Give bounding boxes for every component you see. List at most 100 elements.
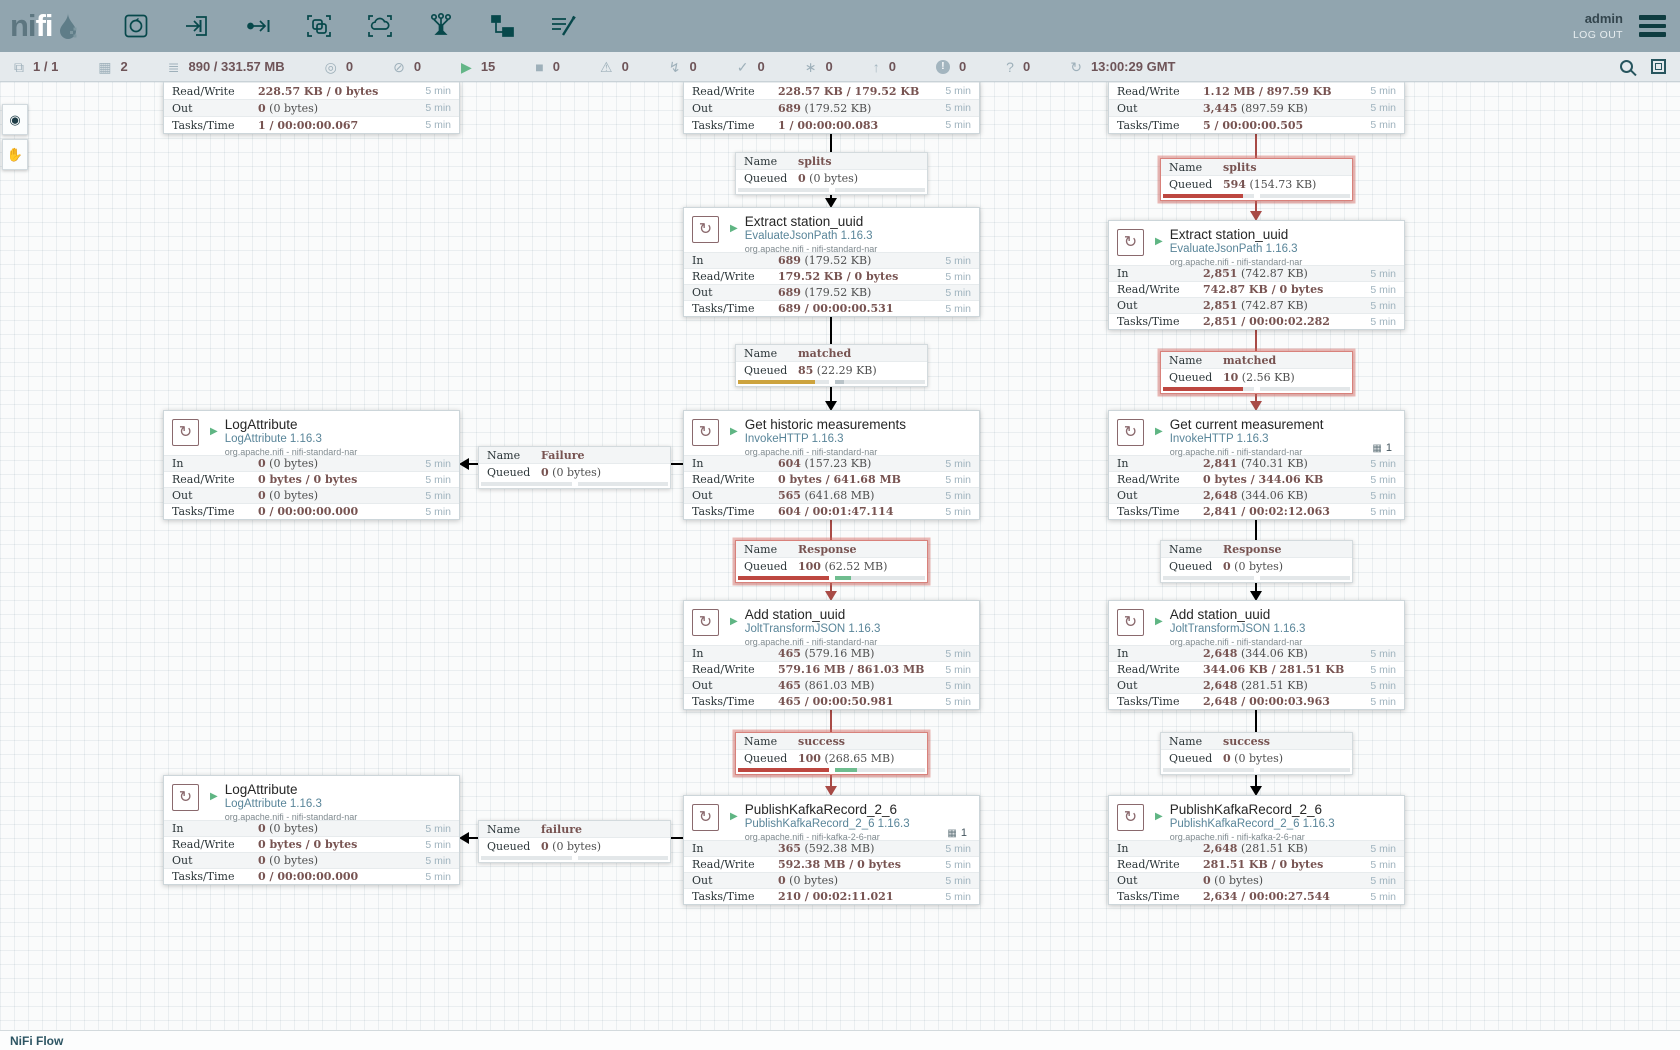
queued-label: Queued	[1169, 371, 1223, 384]
processor-node[interactable]: ↻ ▶ Add station_uuid JoltTransformJSON 1…	[683, 600, 980, 710]
status-value: 890 / 331.57 MB	[189, 59, 285, 74]
logout-link[interactable]: LOG OUT	[1573, 29, 1623, 41]
status-value: 2	[121, 59, 128, 74]
settings-icon[interactable]	[1651, 59, 1666, 74]
processor-node[interactable]: ↻ ▶ Extract station_uuid EvaluateJsonPat…	[1108, 220, 1405, 330]
processor-node[interactable]: ↻ ▶ Get historic measurements InvokeHTTP…	[683, 410, 980, 520]
size-threshold-bar	[578, 856, 669, 860]
stat-label: Tasks/Time	[172, 870, 258, 883]
stat-label: Tasks/Time	[692, 695, 778, 708]
stat-row: Out 689 (179.52 KB) 5 min	[684, 284, 979, 300]
output-port-icon[interactable]	[241, 9, 275, 43]
object-threshold-bar	[481, 856, 572, 860]
stat-row: Tasks/Time 2,648 / 00:00:03.963 5 min	[1109, 693, 1404, 709]
stat-row: In 2,851 (742.87 KB) 5 min	[1109, 265, 1404, 281]
flow-canvas[interactable]: ◉ ✋ Name splits	[0, 82, 1680, 1030]
breadcrumb-root[interactable]: NiFi Flow	[10, 1034, 63, 1048]
name-label: Name	[744, 543, 798, 556]
remote-process-group-icon[interactable]	[363, 9, 397, 43]
stat-row: Out 465 (861.03 MB) 5 min	[684, 677, 979, 693]
processor-icon[interactable]	[119, 9, 153, 43]
connection-label[interactable]: Name splits Queued 0 (0 bytes)	[735, 152, 928, 195]
stat-value: 689 (179.52 KB)	[778, 286, 871, 299]
connection-label[interactable]: Name matched Queued 10 (2.56 KB)	[1160, 351, 1353, 394]
object-threshold-bar	[1163, 194, 1254, 198]
processor-stamp-icon: ↻	[172, 419, 199, 446]
connection-label[interactable]: Name success Queued 100 (268.65 MB)	[735, 732, 928, 775]
object-threshold-bar	[738, 380, 829, 384]
stat-row: Tasks/Time 2,851 / 00:00:02.282 5 min	[1109, 313, 1404, 329]
connection-label[interactable]: Name Response Queued 100 (62.52 MB)	[735, 540, 928, 583]
label-icon[interactable]	[546, 9, 580, 43]
processor-node-partial[interactable]: Read/Write 1.12 MB / 897.59 KB 5 min Out…	[1108, 82, 1405, 134]
stat-window: 5 min	[425, 119, 451, 131]
status-item: ↑ 0	[873, 59, 896, 74]
processor-node-partial[interactable]: Read/Write 228.57 KB / 0 bytes 5 min Out…	[163, 82, 460, 134]
stat-row: Tasks/Time 5 / 00:00:00.505 5 min	[1109, 116, 1404, 133]
processor-node[interactable]: ↻ ▶ Get current measurement InvokeHTTP 1…	[1108, 410, 1405, 520]
funnel-icon[interactable]	[424, 9, 458, 43]
processor-type: LogAttribute 1.16.3	[225, 798, 358, 810]
queued-value: 100 (268.65 MB)	[798, 752, 894, 765]
palette-button[interactable]: ✋	[2, 139, 28, 170]
connection-label[interactable]: Name Response Queued 0 (0 bytes)	[1160, 540, 1353, 583]
refresh-icon[interactable]: ↻	[1070, 60, 1082, 74]
stat-value: 689 (179.52 KB)	[778, 102, 871, 115]
processor-node[interactable]: ↻ ▶ Extract station_uuid EvaluateJsonPat…	[683, 207, 980, 317]
connection-queued-row: Queued 100 (62.52 MB)	[736, 558, 927, 575]
processor-type: EvaluateJsonPath 1.16.3	[745, 230, 878, 242]
processor-stamp-icon: ↻	[692, 419, 719, 446]
processor-node[interactable]: ↻ ▶ LogAttribute LogAttribute 1.16.3 org…	[163, 775, 460, 885]
status-item: ! 0	[936, 59, 966, 74]
stat-row: Read/Write 742.87 KB / 0 bytes 5 min	[1109, 281, 1404, 297]
process-group-icon[interactable]	[302, 9, 336, 43]
processor-bundle: org.apache.nifi - nifi-standard-nar	[1170, 257, 1303, 267]
connection-label[interactable]: Name failure Queued 0 (0 bytes)	[478, 820, 671, 863]
connection-label[interactable]: Name Failure Queued 0 (0 bytes)	[478, 446, 671, 489]
processor-node[interactable]: ↻ ▶ Add station_uuid JoltTransformJSON 1…	[1108, 600, 1405, 710]
status-value: 0	[553, 59, 560, 74]
status-item: ▶ 15	[461, 59, 495, 74]
stat-value: 0 bytes / 0 bytes	[258, 838, 357, 851]
stat-label: In	[172, 822, 258, 835]
processor-node[interactable]: ↻ ▶ PublishKafkaRecord_2_6 PublishKafkaR…	[683, 795, 980, 905]
active-threads-icon: ▦	[98, 60, 111, 74]
processor-node[interactable]: ↻ ▶ PublishKafkaRecord_2_6 PublishKafkaR…	[1108, 795, 1405, 905]
processor-node[interactable]: ↻ ▶ LogAttribute LogAttribute 1.16.3 org…	[163, 410, 460, 520]
processor-node-partial[interactable]: Read/Write 228.57 KB / 179.52 KB 5 min O…	[683, 82, 980, 134]
backpressure-bars	[479, 855, 670, 862]
connection-label[interactable]: Name matched Queued 85 (22.29 KB)	[735, 344, 928, 387]
stat-label: Out	[1117, 102, 1203, 115]
connection-label[interactable]: Name success Queued 0 (0 bytes)	[1160, 732, 1353, 775]
palette-button[interactable]: ◉	[2, 104, 28, 135]
processor-type: InvokeHTTP 1.16.3	[745, 433, 906, 445]
stat-value: 689 (179.52 KB)	[778, 254, 871, 267]
connection-label[interactable]: Name splits Queued 594 (154.73 KB)	[1160, 158, 1353, 201]
stat-value: 465 / 00:00:50.981	[778, 695, 893, 708]
stat-window: 5 min	[1370, 680, 1396, 692]
stat-window: 5 min	[945, 303, 971, 315]
stat-label: Tasks/Time	[1117, 119, 1203, 132]
stat-row: Out 0 (0 bytes) 5 min	[1109, 872, 1404, 888]
status-value: 0	[690, 59, 697, 74]
connection-queued-row: Queued 85 (22.29 KB)	[736, 362, 927, 379]
refresh-status: ↻ 13:00:29 GMT	[1070, 59, 1175, 74]
stat-window: 5 min	[945, 271, 971, 283]
global-menu-icon[interactable]	[1639, 11, 1666, 41]
stat-window: 5 min	[1370, 891, 1396, 903]
stat-window: 5 min	[945, 859, 971, 871]
active-thread-count-badge: ▦ 1	[1372, 442, 1392, 454]
queued-label: Queued	[1169, 560, 1223, 573]
template-icon[interactable]	[485, 9, 519, 43]
status-value: 0	[346, 59, 353, 74]
status-value: 0	[1023, 59, 1030, 74]
queued-value: 594 (154.73 KB)	[1223, 178, 1316, 191]
status-item: ? 0	[1006, 59, 1030, 74]
connection-name-row: Name Failure	[479, 447, 670, 464]
stat-label: Out	[692, 679, 778, 692]
input-port-icon[interactable]	[180, 9, 214, 43]
stat-label: Read/Write	[692, 663, 778, 676]
stat-window: 5 min	[945, 680, 971, 692]
size-threshold-bar	[1260, 768, 1351, 772]
search-icon[interactable]	[1620, 60, 1633, 73]
